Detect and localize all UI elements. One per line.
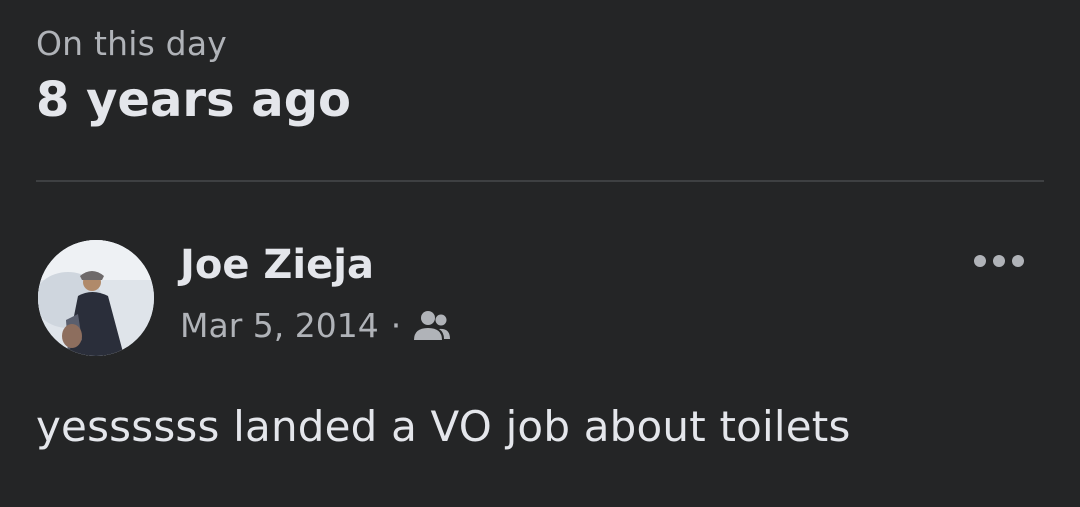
post-date[interactable]: Mar 5, 2014 [180,306,379,345]
section-title: 8 years ago [36,72,352,128]
friends-icon[interactable] [413,309,451,343]
author-name[interactable]: Joe Zieja [180,242,374,288]
more-horizontal-icon [974,255,1024,267]
more-options-button[interactable] [966,238,1032,284]
divider [36,180,1044,182]
post-text: yessssss landed a VO job about toilets [36,402,851,451]
post-meta: Mar 5, 2014 · [180,306,451,345]
section-label: On this day [36,24,227,63]
meta-separator: · [390,306,402,345]
avatar-photo [38,240,154,356]
avatar[interactable] [38,240,154,356]
